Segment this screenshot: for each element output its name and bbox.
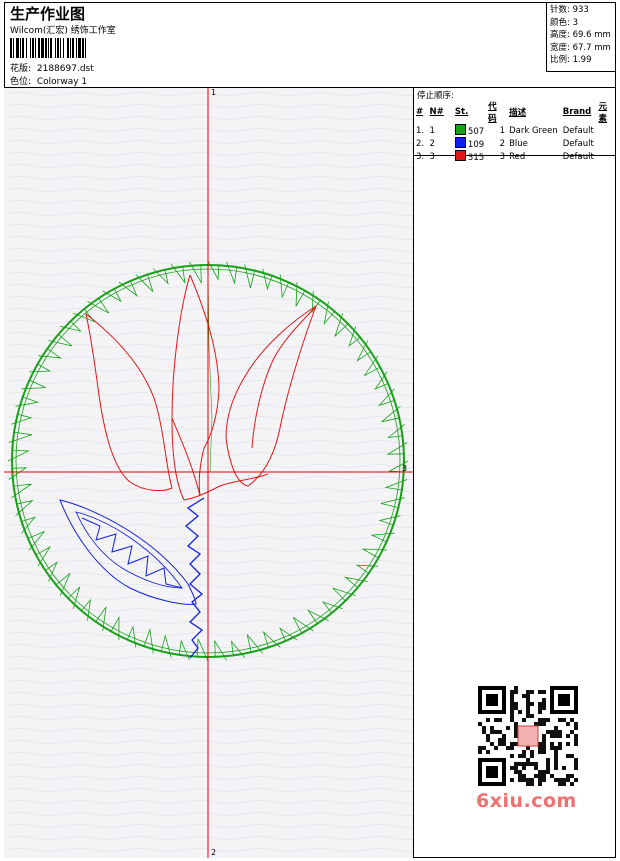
col-index: # [416, 107, 424, 117]
design-file-name: 2188697.dst [36, 64, 94, 74]
design-label: 花版: [10, 64, 32, 74]
design-canvas[interactable]: 1 2 3 [4, 88, 414, 858]
thread-color-swatch [454, 137, 466, 148]
thread-needle: 2 [429, 138, 435, 149]
studio-name: Wilcom(汇宏) 绣饰工作室 [10, 26, 116, 36]
thread-brand: Default [562, 151, 594, 162]
design-height: 高度: 69.6 mm [550, 30, 611, 41]
axis-label-right: 3 [402, 464, 408, 473]
thread-row: 3. 3 315 3 Red Default [414, 150, 616, 163]
col-stitches: St. [454, 107, 469, 117]
thread-description: Dark Green [509, 125, 558, 136]
thread-table-header: # N# St. 代码 描述 Brand 元素 [414, 100, 616, 124]
thread-description: Red [509, 151, 526, 162]
watermark-site: 6xiu.com [476, 790, 577, 812]
embroidery-preview [4, 88, 413, 858]
thread-needle: 3 [429, 151, 435, 162]
design-scale: 比例: 1.99 [550, 55, 592, 66]
thread-row: 2. 2 109 2 Blue Default [414, 137, 616, 150]
thread-brand: Default [562, 125, 594, 136]
header: 生产作业图 Wilcom(汇宏) 绣饰工作室 花版: 2188697.dst 色… [4, 2, 616, 88]
thread-code: 3 [499, 151, 506, 162]
design-file-line: 花版: 2188697.dst [10, 61, 94, 74]
col-code: 代码 [488, 102, 497, 124]
thread-index: 2. [416, 138, 425, 149]
col-brand: Brand [562, 107, 592, 117]
color-count: 颜色: 3 [550, 17, 578, 28]
thread-index: 1. [416, 125, 425, 136]
barcode-icon [10, 38, 144, 58]
axis-label-top: 1 [211, 88, 217, 97]
col-needle: N# [429, 107, 444, 117]
thread-needle: 1 [429, 125, 435, 136]
thread-element [596, 137, 616, 150]
thread-table: # N# St. 代码 描述 Brand 元素 1. 1 507 1 Dark Gree… [414, 100, 616, 163]
thread-element [596, 150, 616, 163]
thread-element [596, 124, 616, 137]
axis-label-bottom: 2 [211, 848, 217, 857]
col-description: 描述 [509, 108, 527, 118]
colorway-name: Colorway 1 [36, 77, 88, 87]
design-width: 宽度: 67.7 mm [550, 42, 611, 53]
thread-stitches: 507 [453, 124, 486, 137]
thread-code: 2 [499, 138, 506, 149]
thread-row: 1. 1 507 1 Dark Green Default [414, 124, 616, 137]
page-title: 生产作业图 [10, 5, 86, 23]
stitch-count: 针数: 933 [550, 5, 589, 15]
design-stats: 针数: 933 颜色: 3 高度: 69.6 mm 宽度: 67.7 mm 比例… [546, 2, 616, 72]
thread-stitches: 315 [453, 150, 486, 163]
fabric-texture [4, 88, 413, 858]
stop-sequence-legend: 停止顺序: # N# St. 代码 描述 Brand 元素 1. 1 507 1 Dar… [414, 88, 616, 163]
thread-index: 3. [416, 151, 425, 162]
colorway-line: 色位: Colorway 1 [10, 74, 87, 87]
thread-brand: Default [562, 138, 594, 149]
thread-stitches: 109 [453, 137, 486, 150]
col-element: 元素 [598, 102, 607, 124]
thread-code: 1 [499, 125, 506, 136]
colorway-label: 色位: [10, 77, 32, 87]
thread-color-swatch [454, 150, 466, 161]
thread-description: Blue [509, 138, 528, 149]
thread-color-swatch [454, 124, 466, 135]
